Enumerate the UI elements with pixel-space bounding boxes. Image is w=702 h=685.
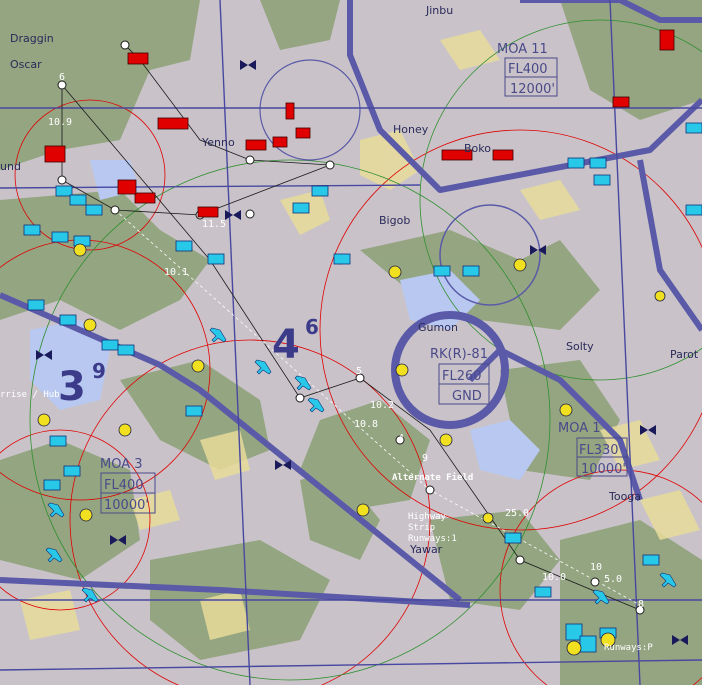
restricted-ceiling: FL260 bbox=[442, 369, 482, 384]
leg-label: 10 bbox=[590, 562, 602, 573]
town-yawar: Yawar bbox=[409, 543, 443, 556]
leg-label: 4 bbox=[398, 433, 404, 444]
town-draggin: Draggin bbox=[10, 32, 54, 45]
partial-field-label: rrise / Hub bbox=[0, 390, 60, 400]
leg-label: 8 bbox=[638, 599, 644, 610]
svg-text:6: 6 bbox=[305, 315, 319, 339]
leg-label: 9 bbox=[422, 453, 428, 464]
town-bigob: Bigob bbox=[379, 214, 410, 227]
moa-11-name: MOA 11 bbox=[497, 42, 548, 57]
town-yenno: Yenno bbox=[201, 136, 235, 149]
moa-1-name: MOA 1 bbox=[558, 421, 601, 436]
leg-label: 25.0 bbox=[505, 508, 529, 519]
highway-strip-line3: Runways:1 bbox=[408, 534, 457, 544]
moa-3-name: MOA 3 bbox=[100, 457, 143, 472]
leg-label: 10.1 bbox=[164, 267, 188, 278]
leg-label: 10.2 bbox=[370, 400, 394, 411]
leg-label: 10.9 bbox=[48, 117, 72, 128]
leg-label: 10.8 bbox=[354, 419, 378, 430]
moa-11-ceiling: FL400 bbox=[508, 62, 548, 77]
leg-label: 5 bbox=[356, 366, 362, 377]
town-tooga: Tooga bbox=[608, 490, 641, 503]
svg-text:9: 9 bbox=[92, 359, 106, 383]
town-solty: Solty bbox=[566, 340, 594, 353]
highway-strip-line1: Highway bbox=[408, 512, 447, 522]
leg-label: 10.0 bbox=[542, 572, 566, 583]
leg-label: 11.5 bbox=[202, 219, 226, 230]
svg-text:4: 4 bbox=[272, 322, 300, 368]
leg-label: 6 bbox=[59, 72, 65, 83]
leg-label: 5.0 bbox=[604, 574, 622, 585]
tactical-map[interactable]: MOA 11 FL400 12000' MOA 3 FL400 10000' M… bbox=[0, 0, 702, 685]
moa-1-floor: 10000' bbox=[581, 462, 626, 477]
moa-11-floor: 12000' bbox=[510, 82, 555, 97]
restricted-floor: GND bbox=[452, 389, 482, 404]
alternate-field-label: Alternate Field bbox=[392, 472, 473, 483]
svg-text:3: 3 bbox=[58, 364, 86, 410]
restricted-area-box: RK(R)-81 FL260 GND bbox=[430, 347, 490, 405]
town-honey: Honey bbox=[393, 123, 429, 136]
highway-strip-line2: Strip bbox=[408, 523, 435, 533]
town-jinbu: Jinbu bbox=[425, 4, 453, 17]
town-oscar: Oscar bbox=[10, 58, 42, 71]
moa-3-floor: 10000' bbox=[104, 498, 149, 513]
town-parot: Parot bbox=[670, 348, 699, 361]
restricted-name: RK(R)-81 bbox=[430, 347, 488, 362]
town-und: und bbox=[0, 160, 21, 173]
town-boko: Boko bbox=[464, 142, 491, 155]
moa-3-ceiling: FL400 bbox=[104, 478, 144, 493]
moa-1-ceiling: FL330 bbox=[579, 443, 619, 458]
town-gumon: Gumon bbox=[418, 321, 458, 334]
east-field-label: Runways:P bbox=[604, 643, 653, 653]
